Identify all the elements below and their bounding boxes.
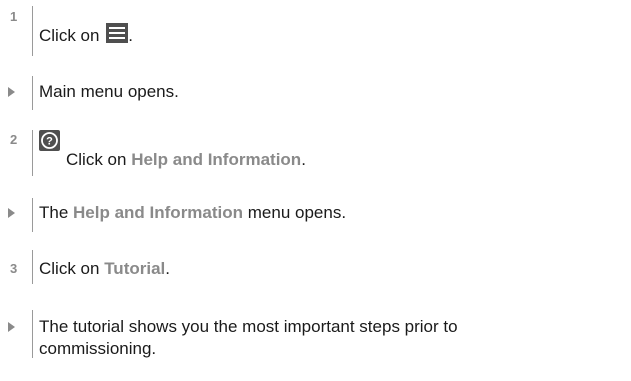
step-3-text-before: Click on xyxy=(39,259,105,278)
help-and-information-menu-label: Help and Information xyxy=(73,203,244,222)
result-3-line-2: commissioning. xyxy=(39,339,157,358)
tutorial-link[interactable]: Tutorial xyxy=(104,259,165,278)
step-3-text: Click on Tutorial. xyxy=(39,258,170,280)
svg-text:?: ? xyxy=(46,136,53,148)
result-2: The Help and Information menu opens. xyxy=(0,196,631,236)
menu-icon[interactable] xyxy=(106,23,129,43)
result-2-text: The Help and Information menu opens. xyxy=(39,202,346,224)
step-3-text-after: . xyxy=(165,259,170,278)
result-divider-3 xyxy=(32,310,33,358)
result-1-text: Main menu opens. xyxy=(39,82,179,101)
result-arrow-icon xyxy=(8,322,15,332)
result-arrow-icon xyxy=(8,87,15,97)
step-1-text: Click on . xyxy=(39,23,133,47)
step-2-text-after: . xyxy=(301,150,306,169)
step-divider-1 xyxy=(32,6,33,56)
step-1: 1 Click on . xyxy=(0,0,631,60)
step-divider-2 xyxy=(32,130,33,176)
step-2-text-before: Click on xyxy=(66,150,132,169)
step-1-text-before: Click on xyxy=(39,26,105,45)
result-divider-2 xyxy=(32,198,33,232)
step-number-3: 3 xyxy=(10,261,18,276)
result-1: Main menu opens. xyxy=(0,72,631,112)
step-2-text: Click on Help and Information. xyxy=(66,149,306,171)
result-2-text-before: The xyxy=(39,203,74,222)
step-3: 3 Click on Tutorial. xyxy=(0,248,631,288)
step-number-2: 2 xyxy=(10,132,18,147)
step-number-1: 1 xyxy=(10,9,18,24)
result-arrow-icon xyxy=(8,208,15,218)
step-1-text-after: . xyxy=(128,26,133,45)
result-3: The tutorial shows you the most importan… xyxy=(0,306,631,381)
help-and-information-link[interactable]: Help and Information xyxy=(131,150,301,169)
result-3-line-1: The tutorial shows you the most importan… xyxy=(39,317,458,336)
step-2: 2 ? Click on Help and Information. xyxy=(0,130,631,180)
step-divider-3 xyxy=(32,250,33,284)
result-2-text-after: menu opens. xyxy=(243,203,347,222)
result-divider-1 xyxy=(32,76,33,110)
help-icon[interactable]: ? xyxy=(39,130,60,151)
